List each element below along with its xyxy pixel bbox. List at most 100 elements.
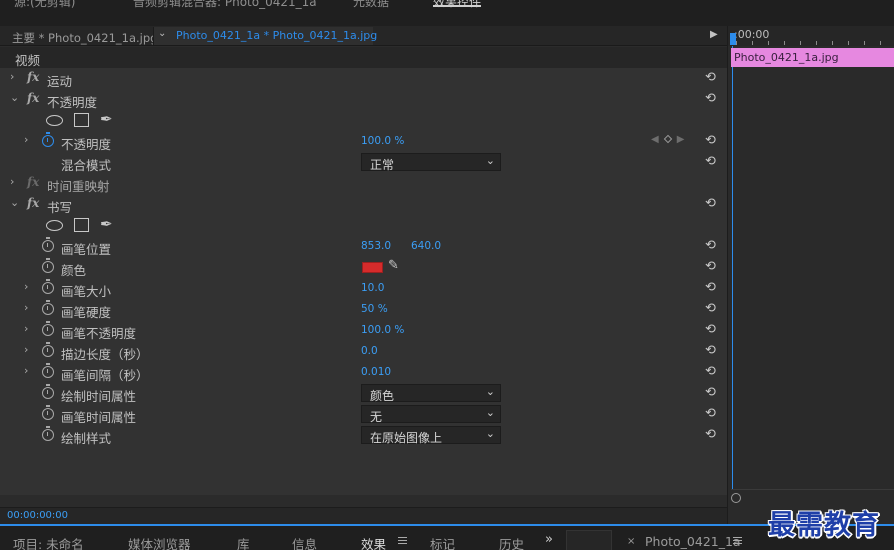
more-panels-button[interactable]: » xyxy=(545,532,553,547)
panel-menu-icon[interactable] xyxy=(398,537,407,544)
chevron-right-icon[interactable]: › xyxy=(24,322,28,335)
tab-metadata[interactable]: 元数据 xyxy=(353,0,389,10)
effect-row-motion[interactable]: › fx 运动 ⟲ xyxy=(0,68,727,89)
stopwatch-icon[interactable] xyxy=(42,363,54,378)
reset-icon[interactable]: ⟲ xyxy=(705,70,716,85)
reset-icon[interactable]: ⟲ xyxy=(705,364,716,379)
reset-icon[interactable]: ⟲ xyxy=(705,280,716,295)
chevron-down-icon[interactable]: ⌄ xyxy=(10,196,19,209)
stopwatch-icon[interactable] xyxy=(42,237,54,252)
chevron-right-icon[interactable]: › xyxy=(10,175,14,188)
reset-icon[interactable]: ⟲ xyxy=(705,196,716,211)
sequence-clip-dropdown[interactable]: ⌄ Photo_0421_1a * Photo_0421_1a.jpg xyxy=(153,27,377,45)
master-clip-tab[interactable]: 主要 * Photo_0421_1a.jpg xyxy=(12,30,157,46)
stopwatch-icon[interactable] xyxy=(42,405,54,420)
reset-icon[interactable]: ⟲ xyxy=(705,343,716,358)
stroke-length-value[interactable]: 0.0 xyxy=(361,345,378,357)
chevron-right-icon[interactable]: › xyxy=(24,133,28,146)
blend-mode-dropdown[interactable]: 正常 ⌄ xyxy=(361,153,501,172)
chevron-right-icon[interactable]: › xyxy=(24,280,28,293)
ellipse-mask-icon[interactable] xyxy=(46,220,63,231)
fx-icon[interactable]: fx xyxy=(27,70,39,84)
fx-icon[interactable]: fx xyxy=(27,91,39,105)
reset-icon[interactable]: ⟲ xyxy=(705,385,716,400)
playhead-icon[interactable] xyxy=(730,33,736,45)
play-only-clip-icon[interactable]: ▶ xyxy=(710,29,718,40)
reset-icon[interactable]: ⟲ xyxy=(705,133,716,148)
property-row-color[interactable]: 颜色 ✎ ⟲ xyxy=(0,257,727,278)
chevron-right-icon[interactable]: › xyxy=(24,343,28,356)
tab-info[interactable]: 信息 xyxy=(292,534,317,550)
add-keyframe-icon[interactable] xyxy=(663,134,672,144)
panel-menu-icon[interactable] xyxy=(733,537,742,544)
reset-icon[interactable]: ⟲ xyxy=(705,259,716,274)
stopwatch-icon[interactable] xyxy=(42,132,54,147)
next-keyframe-icon[interactable]: ▶ xyxy=(677,134,685,145)
fx-icon[interactable]: fx xyxy=(27,196,39,210)
tab-effects[interactable]: 效果 xyxy=(361,534,386,550)
close-icon[interactable]: × xyxy=(627,536,635,547)
brush-time-properties-dropdown[interactable]: 无 ⌄ xyxy=(361,405,501,424)
stopwatch-icon[interactable] xyxy=(42,258,54,273)
reset-icon[interactable]: ⟲ xyxy=(705,238,716,253)
time-ruler[interactable]: :00:00 xyxy=(728,26,894,46)
stopwatch-icon[interactable] xyxy=(42,426,54,441)
property-row-brush-hardness[interactable]: › 画笔硬度 50 % ⟲ xyxy=(0,299,727,320)
paint-time-properties-dropdown[interactable]: 颜色 ⌄ xyxy=(361,384,501,403)
stopwatch-icon[interactable] xyxy=(42,384,54,399)
effect-row-time-remapping[interactable]: › fx 时间重映射 xyxy=(0,173,727,194)
tab-history[interactable]: 历史 xyxy=(499,534,524,550)
brush-hardness-value[interactable]: 50 % xyxy=(361,303,388,315)
paint-style-dropdown[interactable]: 在原始图像上 ⌄ xyxy=(361,426,501,445)
current-timecode[interactable]: 00:00:00:00 xyxy=(7,510,68,521)
prev-keyframe-icon[interactable]: ◀ xyxy=(651,134,659,145)
property-row-brush-size[interactable]: › 画笔大小 10.0 ⟲ xyxy=(0,278,727,299)
effect-row-opacity[interactable]: ⌄ fx 不透明度 ⟲ xyxy=(0,89,727,110)
stopwatch-icon[interactable] xyxy=(42,300,54,315)
property-row-stroke-length[interactable]: › 描边长度（秒） 0.0 ⟲ xyxy=(0,341,727,362)
tab-media-browser[interactable]: 媒体浏览器 xyxy=(128,534,191,550)
zoom-handle-icon[interactable] xyxy=(731,493,741,503)
reset-icon[interactable]: ⟲ xyxy=(705,427,716,442)
effect-row-write-on[interactable]: ⌄ fx 书写 ⟲ xyxy=(0,194,727,215)
color-swatch[interactable] xyxy=(362,262,383,273)
reset-icon[interactable]: ⟲ xyxy=(705,406,716,421)
rectangle-mask-icon[interactable] xyxy=(74,113,89,127)
pen-mask-icon[interactable]: ✒ xyxy=(100,110,113,128)
rectangle-mask-icon[interactable] xyxy=(74,218,89,232)
effect-label: 不透明度 xyxy=(47,95,98,110)
chevron-right-icon[interactable]: › xyxy=(24,301,28,314)
reset-icon[interactable]: ⟲ xyxy=(705,322,716,337)
tab-effect-controls[interactable]: 效果控件 xyxy=(433,0,482,10)
brush-spacing-value[interactable]: 0.010 xyxy=(361,366,391,378)
property-row-brush-position[interactable]: 画笔位置 853.0 640.0 ⟲ xyxy=(0,236,727,257)
tab-sequence[interactable]: Photo_0421_1a xyxy=(645,534,741,549)
chevron-down-icon[interactable]: ⌄ xyxy=(10,91,19,104)
tab-source[interactable]: 源:(无剪辑) xyxy=(14,0,75,10)
tab-markers[interactable]: 标记 xyxy=(430,534,455,550)
property-row-brush-spacing[interactable]: › 画笔间隔（秒） 0.010 ⟲ xyxy=(0,362,727,383)
tab-project[interactable]: 项目: 未命名 xyxy=(13,534,84,550)
brush-opacity-value[interactable]: 100.0 % xyxy=(361,324,404,336)
tab-libraries[interactable]: 库 xyxy=(237,534,250,550)
stopwatch-icon[interactable] xyxy=(42,342,54,357)
chevron-right-icon[interactable]: › xyxy=(24,364,28,377)
brush-position-x-value[interactable]: 853.0 xyxy=(361,240,391,252)
tab-audio-clip-mixer[interactable]: 音频剪辑混合器: Photo_0421_1a xyxy=(133,0,317,10)
brush-size-value[interactable]: 10.0 xyxy=(361,282,384,294)
reset-icon[interactable]: ⟲ xyxy=(705,154,716,169)
stopwatch-icon[interactable] xyxy=(42,279,54,294)
property-row-brush-opacity[interactable]: › 画笔不透明度 100.0 % ⟲ xyxy=(0,320,727,341)
opacity-value[interactable]: 100.0 % xyxy=(361,135,404,147)
chevron-right-icon[interactable]: › xyxy=(10,70,14,83)
effect-controls-timeline[interactable]: :00:00 Photo_0421_1a.jpg xyxy=(727,26,894,524)
ellipse-mask-icon[interactable] xyxy=(46,115,63,126)
stopwatch-icon[interactable] xyxy=(42,321,54,336)
reset-icon[interactable]: ⟲ xyxy=(705,301,716,316)
timeline-clip[interactable]: Photo_0421_1a.jpg xyxy=(731,48,894,67)
reset-icon[interactable]: ⟲ xyxy=(705,91,716,106)
property-row-opacity[interactable]: › 不透明度 100.0 % ◀ ▶ ⟲ xyxy=(0,131,727,152)
eyedropper-icon[interactable]: ✎ xyxy=(388,258,399,273)
pen-mask-icon[interactable]: ✒ xyxy=(100,215,113,233)
brush-position-y-value[interactable]: 640.0 xyxy=(411,240,441,252)
